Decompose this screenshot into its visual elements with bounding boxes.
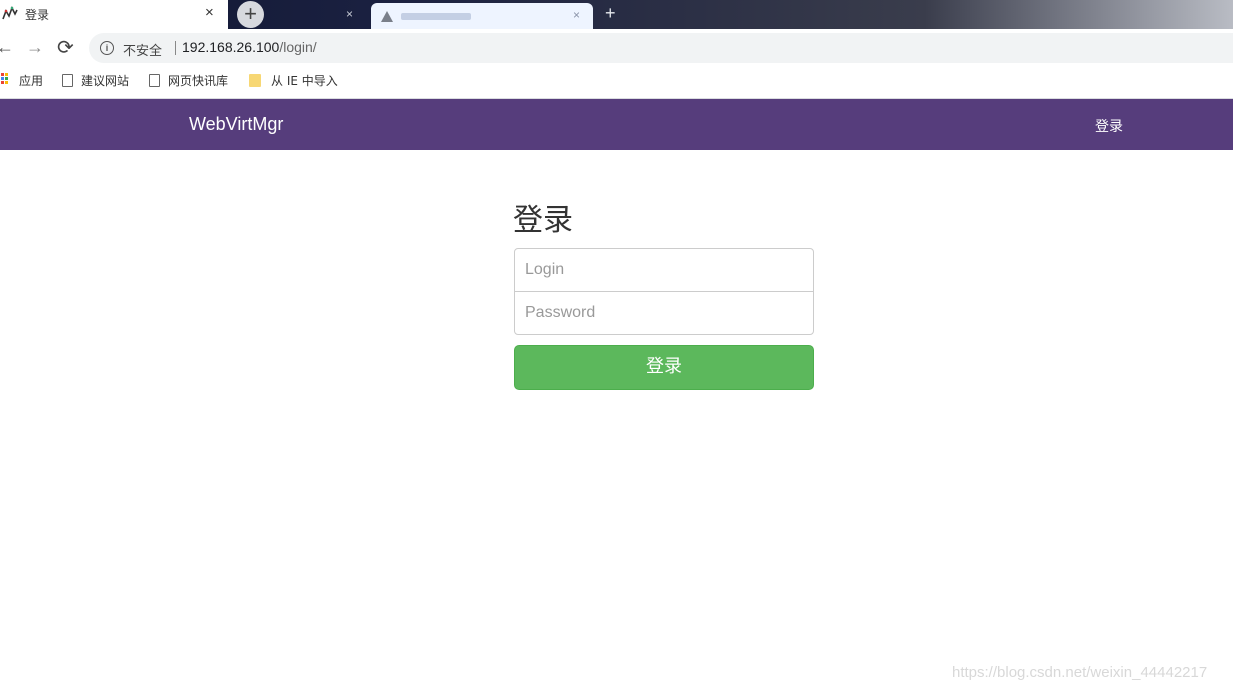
login-field-wrapper xyxy=(514,248,814,292)
url-host: 192.168.26.100 xyxy=(182,39,280,55)
info-icon[interactable]: i xyxy=(100,41,114,55)
page-icon xyxy=(62,74,73,87)
site-favicon-icon xyxy=(2,6,18,20)
password-field-wrapper xyxy=(514,291,814,335)
apps-grid-icon xyxy=(1,73,10,84)
tab-title-blurred xyxy=(401,13,471,20)
nav-login-link[interactable]: 登录 xyxy=(1095,116,1123,136)
bookmark-label: 从 IE 中导入 xyxy=(271,74,338,88)
bookmarks-bar: 应用 建议网站 网页快讯库 从 IE 中导入 xyxy=(0,66,1233,99)
security-label[interactable]: 不安全 xyxy=(123,40,162,59)
password-input[interactable] xyxy=(515,292,813,334)
address-bar[interactable]: i 不安全 192.168.26.100/login/ xyxy=(89,33,1233,63)
bookmark-label: 网页快讯库 xyxy=(168,74,229,88)
browser-toolbar: ← → ⟳ i 不安全 192.168.26.100/login/ xyxy=(0,29,1233,66)
login-submit-button[interactable]: 登录 xyxy=(514,345,814,390)
browser-tab-secondary[interactable]: × xyxy=(371,3,593,29)
bookmark-label: 建议网站 xyxy=(81,74,130,88)
login-input[interactable] xyxy=(515,249,813,291)
folder-icon xyxy=(249,74,261,87)
reload-icon[interactable]: ⟳ xyxy=(57,35,74,60)
tab-title: 登录 xyxy=(25,8,50,22)
url-path: /login/ xyxy=(279,39,317,55)
watermark-text: https://blog.csdn.net/weixin_44442217 xyxy=(952,664,1208,681)
bookmark-import-from-ie[interactable]: 从 IE 中导入 xyxy=(249,72,338,89)
add-tab-icon[interactable]: + xyxy=(605,3,616,24)
browser-tab-strip: 登录 × + × × + xyxy=(0,0,1233,29)
page-title: 登录 xyxy=(513,203,573,238)
bookmark-suggested-sites[interactable]: 建议网站 xyxy=(62,72,129,89)
address-separator xyxy=(175,41,176,55)
bookmark-web-slice-gallery[interactable]: 网页快讯库 xyxy=(149,72,228,89)
tab-close-icon[interactable]: × xyxy=(205,4,214,22)
tab-close-icon[interactable]: × xyxy=(573,8,580,22)
url-text[interactable]: 192.168.26.100/login/ xyxy=(182,39,317,55)
browser-tab-active[interactable]: 登录 × xyxy=(0,0,228,29)
warning-icon xyxy=(381,11,393,22)
forward-arrow-icon[interactable]: → xyxy=(26,37,44,58)
new-tab-button[interactable]: + xyxy=(237,1,264,28)
brand-link[interactable]: WebVirtMgr xyxy=(189,114,283,135)
background-tab-close-icon[interactable]: × xyxy=(346,7,353,21)
page-icon xyxy=(149,74,160,87)
bookmark-apps[interactable]: 应用 xyxy=(19,72,43,89)
app-navbar: WebVirtMgr 登录 xyxy=(0,99,1233,150)
back-arrow-icon[interactable]: ← xyxy=(0,37,14,58)
